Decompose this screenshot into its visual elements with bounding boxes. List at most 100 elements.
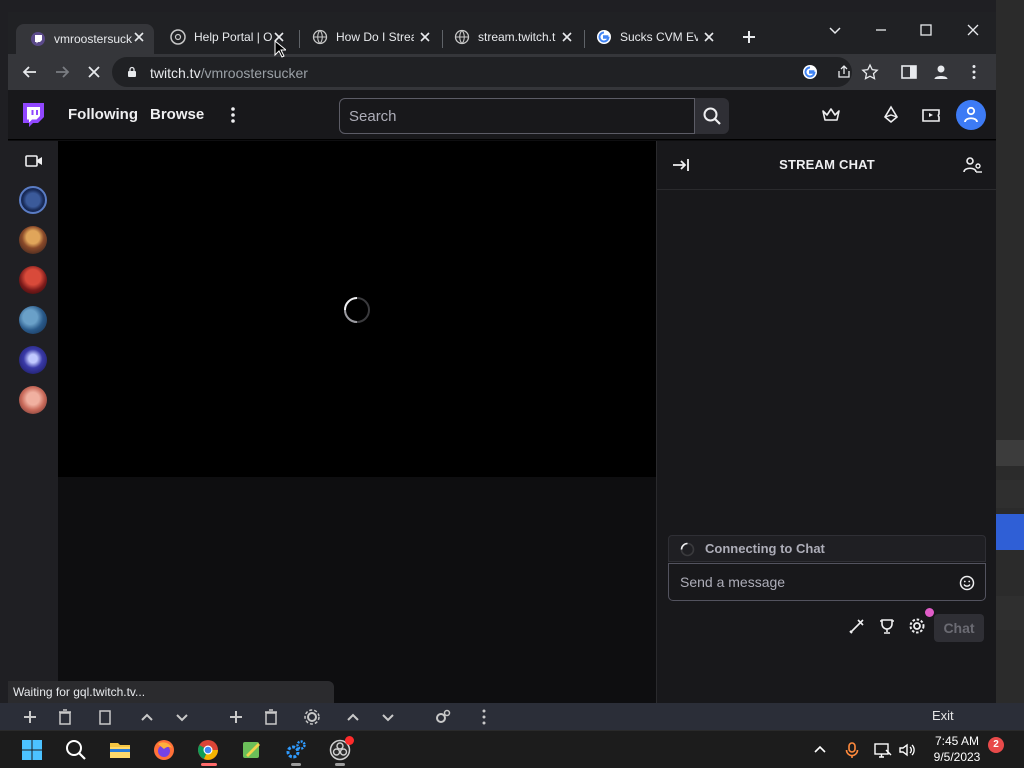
tab-label: vmroostersuck xyxy=(54,32,132,46)
tab-twitch[interactable]: vmroostersuck xyxy=(16,24,154,54)
add-icon[interactable] xyxy=(20,707,40,727)
tab-label: How Do I Strea xyxy=(336,30,414,44)
more-vertical-icon[interactable] xyxy=(474,707,494,727)
taskbar-search-button[interactable] xyxy=(59,733,93,767)
stop-loading-icon[interactable] xyxy=(85,63,103,81)
chat-send-button[interactable]: Chat xyxy=(934,614,984,642)
nav-browse-link[interactable]: Browse xyxy=(150,106,204,123)
bits-icon[interactable] xyxy=(881,105,901,125)
prediction-trophy-icon[interactable] xyxy=(878,617,896,635)
google-lens-icon[interactable] xyxy=(802,64,818,80)
forward-icon[interactable] xyxy=(53,63,71,81)
network-icon[interactable] xyxy=(874,741,892,759)
obs-favicon xyxy=(170,29,186,45)
crown-icon[interactable] xyxy=(821,105,841,125)
trash-icon[interactable] xyxy=(55,707,75,727)
channel-info-area xyxy=(58,477,656,703)
video-player[interactable] xyxy=(58,141,656,477)
tab-label: Help Portal | O xyxy=(194,30,272,44)
search-input[interactable] xyxy=(340,99,694,133)
tab-label: Sucks CVM Eve xyxy=(620,30,698,44)
back-icon[interactable] xyxy=(21,63,39,81)
show-hidden-icons-chevron-icon[interactable] xyxy=(811,741,829,759)
followed-channels-sidebar xyxy=(8,141,58,703)
close-icon[interactable] xyxy=(132,30,146,44)
gears-icon[interactable] xyxy=(433,707,453,727)
tab-strip: vmroostersuck Help Portal | O How Do I S… xyxy=(8,12,996,54)
channel-avatar[interactable] xyxy=(19,226,47,254)
maximize-icon[interactable] xyxy=(916,20,936,40)
more-vertical-icon[interactable] xyxy=(965,63,983,81)
lock-icon[interactable] xyxy=(126,66,138,78)
nav-following-link[interactable]: Following xyxy=(68,106,138,123)
open-app-indicator xyxy=(335,763,345,766)
user-avatar[interactable] xyxy=(956,100,986,130)
stream-chat-panel: STREAM CHAT Connecting to Chat Chat xyxy=(656,141,996,703)
browser-window: vmroostersuck Help Portal | O How Do I S… xyxy=(8,12,996,703)
chevron-down-icon[interactable] xyxy=(378,707,398,727)
recording-badge xyxy=(345,736,354,745)
subscription-ticket-icon[interactable] xyxy=(921,105,941,125)
twitch-logo-icon[interactable] xyxy=(21,102,45,130)
chevron-up-icon[interactable] xyxy=(137,707,157,727)
bookmark-star-icon[interactable] xyxy=(861,63,879,81)
minimize-icon[interactable] xyxy=(871,20,891,40)
tab-how-do-i-stream[interactable]: How Do I Strea xyxy=(298,24,440,50)
mouse-cursor-icon xyxy=(274,40,286,58)
exit-button[interactable]: Exit xyxy=(932,708,954,723)
tab-search-chevron-icon[interactable] xyxy=(825,20,845,40)
moderation-sword-icon[interactable] xyxy=(848,617,866,635)
taskbar-firefox[interactable] xyxy=(147,733,181,767)
connecting-text: Connecting to Chat xyxy=(705,541,825,556)
tab-google-search[interactable]: Sucks CVM Eve xyxy=(582,24,724,50)
add-icon[interactable] xyxy=(226,707,246,727)
taskbar-file-explorer[interactable] xyxy=(103,733,137,767)
close-icon[interactable] xyxy=(560,30,574,44)
side-panel-icon[interactable] xyxy=(900,63,918,81)
taskbar-sticky-app[interactable] xyxy=(235,733,269,767)
new-tab-icon[interactable] xyxy=(739,27,759,47)
profile-icon[interactable] xyxy=(932,63,950,81)
notes-app-icon xyxy=(243,742,260,758)
globe-icon xyxy=(312,29,328,45)
channel-avatar[interactable] xyxy=(19,346,47,374)
tab-stream-twitch[interactable]: stream.twitch.t xyxy=(440,24,582,50)
gear-icon[interactable] xyxy=(302,707,322,727)
system-clock[interactable]: 7:45 AM 9/5/2023 xyxy=(924,731,990,765)
notification-badge[interactable]: 2 xyxy=(988,737,1004,753)
active-app-indicator xyxy=(201,763,217,766)
globe-icon xyxy=(454,29,470,45)
trash-icon[interactable] xyxy=(261,707,281,727)
search-button[interactable] xyxy=(695,98,729,134)
emote-smiley-icon[interactable] xyxy=(959,575,975,591)
close-window-icon[interactable] xyxy=(963,20,983,40)
video-camera-icon[interactable] xyxy=(25,154,43,168)
community-users-icon[interactable] xyxy=(963,156,983,174)
chevron-up-icon[interactable] xyxy=(343,707,363,727)
gears-icon xyxy=(286,740,306,759)
channel-avatar[interactable] xyxy=(19,186,47,214)
filter-icon[interactable] xyxy=(95,707,115,727)
channel-avatar[interactable] xyxy=(19,266,47,294)
start-button[interactable] xyxy=(15,733,49,767)
url-text[interactable]: twitch.tv/vmroostersucker xyxy=(150,65,308,81)
taskbar-chrome[interactable] xyxy=(191,733,225,767)
close-icon[interactable] xyxy=(418,30,432,44)
chat-message-input[interactable] xyxy=(669,564,949,600)
taskbar-settings-app[interactable] xyxy=(279,733,313,767)
close-icon[interactable] xyxy=(702,30,716,44)
background-app-dropdown xyxy=(996,440,1024,466)
more-vertical-icon[interactable] xyxy=(224,105,242,125)
share-icon[interactable] xyxy=(836,64,852,80)
address-bar[interactable]: twitch.tv/vmroostersucker xyxy=(112,57,852,87)
search-icon xyxy=(66,740,86,760)
taskbar-obs[interactable] xyxy=(323,733,357,767)
channel-avatar[interactable] xyxy=(19,306,47,334)
gear-icon[interactable] xyxy=(908,617,926,635)
microphone-icon[interactable] xyxy=(843,741,861,759)
tab-label: stream.twitch.t xyxy=(478,30,556,44)
channel-avatar[interactable] xyxy=(19,386,47,414)
chevron-down-icon[interactable] xyxy=(172,707,192,727)
volume-icon[interactable] xyxy=(898,741,916,759)
search-field xyxy=(339,98,695,134)
